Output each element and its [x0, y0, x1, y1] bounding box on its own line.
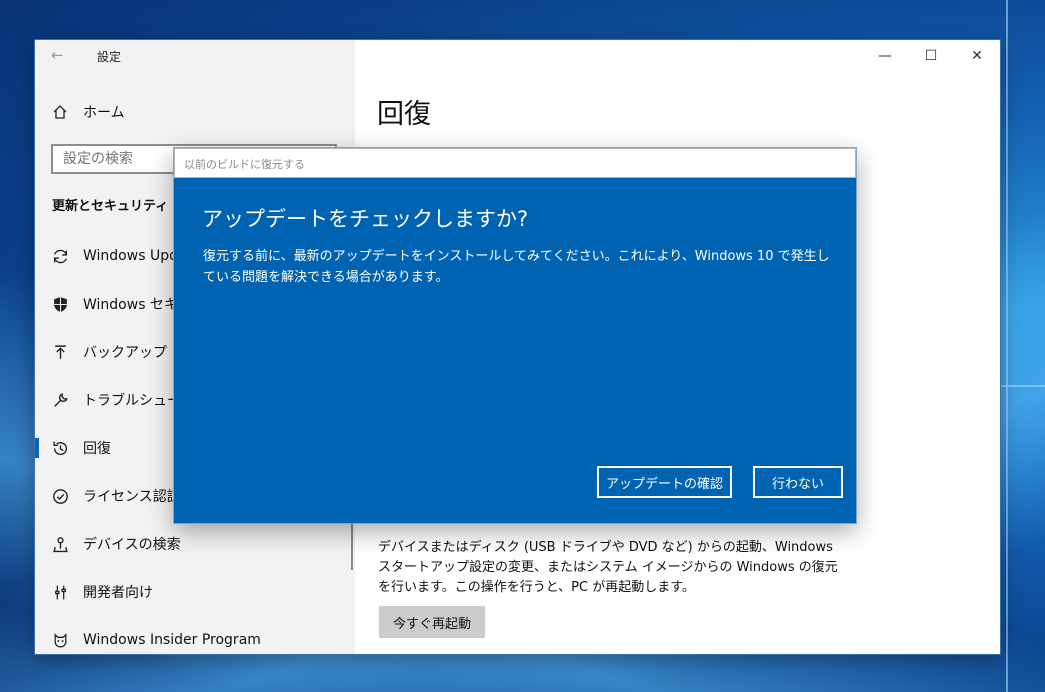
sidebar-item-label: バックアップ: [83, 345, 167, 361]
upload-icon: [51, 343, 69, 361]
dialog-body: 復元する前に、最新のアップデートをインストールしてみてください。これにより、Wi…: [203, 249, 830, 285]
sidebar-item-label: 回復: [83, 441, 111, 457]
person-pin-icon: [51, 535, 69, 553]
app-title: 設定: [97, 50, 122, 64]
recovery-icon: [51, 439, 69, 457]
titlebar: ← 設定: [35, 40, 355, 72]
shield-icon: [51, 295, 69, 313]
restart-now-button[interactable]: 今すぐ再起動: [379, 606, 486, 638]
advanced-startup-description: デバイスまたはディスク (USB ドライブや DVD など) からの起動、Win…: [378, 540, 838, 595]
maximize-icon[interactable]: ☐: [908, 40, 954, 72]
section-header: 更新とセキュリティ: [52, 199, 169, 214]
sidebar-home[interactable]: ホーム: [51, 100, 125, 124]
window-controls: — ☐ ✕: [862, 40, 1000, 72]
dialog-title: 以前のビルドに復元する: [184, 158, 305, 171]
home-label: ホーム: [83, 105, 125, 121]
back-arrow-icon[interactable]: ←: [51, 46, 64, 64]
wrench-icon: [51, 391, 69, 409]
dialog-heading: アップデートをチェックしますか?: [202, 207, 529, 231]
dialog-titlebar: 以前のビルドに復元する: [174, 148, 856, 178]
no-thanks-button[interactable]: 行わない: [753, 466, 843, 498]
home-icon: [51, 103, 69, 121]
sidebar-item-label: Windows Insider Program: [83, 632, 261, 648]
wallpaper-light-beam: [1000, 385, 1045, 387]
check-updates-button[interactable]: アップデートの確認: [597, 466, 732, 498]
minimize-icon[interactable]: —: [862, 40, 908, 72]
check-circle-icon: [51, 487, 69, 505]
sidebar-item-label: ライセンス認証: [83, 489, 181, 505]
sidebar-item-label: 開発者向け: [83, 585, 153, 601]
developer-icon: [51, 583, 69, 601]
refresh-icon: [51, 247, 69, 265]
sidebar-item-developers[interactable]: 開発者向け: [35, 568, 355, 616]
sidebar-item-insider-program[interactable]: Windows Insider Program: [35, 616, 355, 654]
sidebar-item-label: デバイスの検索: [83, 537, 181, 553]
wallpaper-light-beam: [1006, 0, 1008, 692]
close-icon[interactable]: ✕: [954, 40, 1000, 72]
page-title: 回復: [377, 99, 431, 130]
rollback-dialog: 以前のビルドに復元する アップデートをチェックしますか? 復元する前に、最新のア…: [174, 148, 856, 523]
sidebar-item-find-device[interactable]: デバイスの検索: [35, 520, 355, 568]
cat-icon: [51, 631, 69, 649]
